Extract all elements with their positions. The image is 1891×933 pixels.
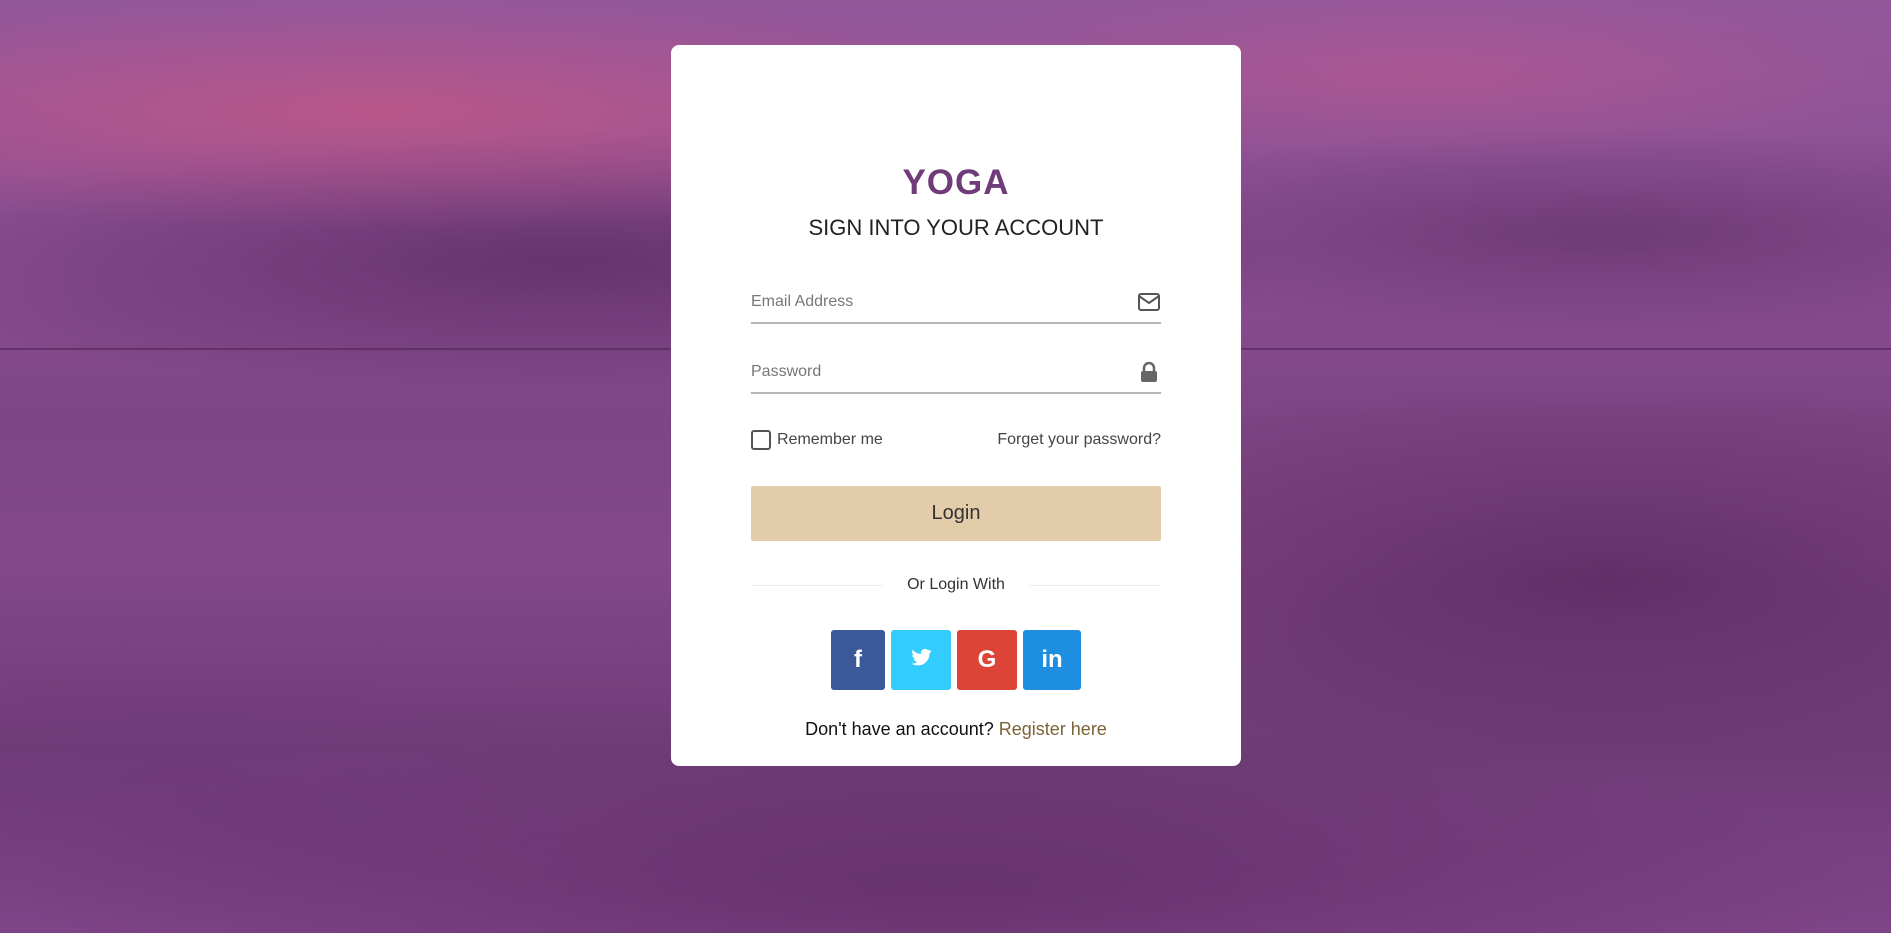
email-field-wrapper: [751, 282, 1161, 324]
facebook-icon: f: [854, 646, 862, 673]
register-prompt: Don't have an account? Register here: [671, 719, 1241, 740]
remember-checkbox[interactable]: [751, 430, 771, 450]
login-card: YOGA SIGN INTO YOUR ACCOUNT Remember me …: [671, 45, 1241, 766]
facebook-button[interactable]: f: [831, 630, 885, 690]
register-prompt-text: Don't have an account?: [805, 719, 994, 739]
google-button[interactable]: G: [957, 630, 1017, 690]
lock-icon: [1137, 360, 1161, 384]
password-field[interactable]: [751, 352, 1121, 392]
logo: YOGA: [902, 163, 1010, 202]
remember-me[interactable]: Remember me: [751, 430, 883, 450]
email-field[interactable]: [751, 282, 1121, 322]
page-title: SIGN INTO YOUR ACCOUNT: [808, 215, 1104, 240]
password-field-wrapper: [751, 352, 1161, 394]
linkedin-button[interactable]: in: [1023, 630, 1081, 690]
twitter-icon: [909, 645, 933, 676]
envelope-icon: [1137, 290, 1161, 314]
remember-label: Remember me: [777, 431, 883, 448]
forgot-password-link[interactable]: Forget your password?: [997, 431, 1161, 449]
login-button[interactable]: Login: [751, 486, 1161, 541]
register-link[interactable]: Register here: [999, 719, 1107, 739]
linkedin-icon: in: [1041, 646, 1063, 673]
google-icon: G: [977, 646, 997, 673]
social-buttons: f G in: [671, 585, 1241, 690]
twitter-button[interactable]: [891, 630, 951, 690]
